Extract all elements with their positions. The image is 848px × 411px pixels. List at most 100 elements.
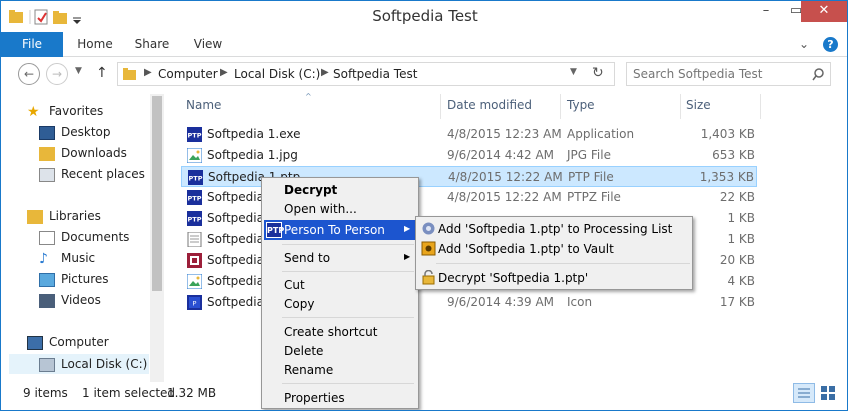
window-title: Softpedia Test (372, 7, 478, 25)
nav-pictures[interactable]: Pictures (39, 272, 109, 292)
nav-documents[interactable]: Documents (39, 230, 129, 250)
gear-icon (422, 222, 435, 235)
column-header-size[interactable]: Size (686, 98, 711, 112)
file-name: Softpedia (207, 190, 264, 204)
menu-decrypt[interactable]: Decrypt (264, 180, 416, 200)
menu-create-shortcut[interactable]: Create shortcut (264, 322, 416, 342)
file-size: 22 KB (719, 190, 755, 204)
column-header-type[interactable]: Type (567, 98, 595, 112)
file-name: Softpedia (207, 274, 264, 288)
address-bar[interactable]: ▶ Computer ▶ Local Disk (C:) ▶ Softpedia… (117, 62, 615, 86)
nav-scroll-thumb[interactable] (152, 96, 162, 291)
red-icon (187, 253, 202, 268)
image-icon (187, 274, 202, 289)
ptp-icon: PTP (266, 222, 284, 238)
file-size: 1,403 KB (700, 127, 755, 141)
libraries-icon (27, 209, 43, 224)
details-view-button[interactable] (793, 383, 815, 403)
help-icon[interactable]: ? (823, 37, 838, 52)
file-date: 4/8/2015 12:22 AM (447, 190, 562, 204)
menu-cut[interactable]: Cut (264, 275, 416, 295)
nav-computer[interactable]: Computer (27, 335, 109, 355)
search-box[interactable] (626, 62, 831, 86)
file-name: Softpedia (207, 232, 264, 246)
music-icon: ♪ (39, 250, 48, 267)
file-size: 1,353 KB (699, 170, 754, 184)
large-icons-view-icon (821, 386, 835, 400)
folder-icon (123, 68, 136, 80)
search-input[interactable] (633, 66, 803, 82)
menu-copy[interactable]: Copy (264, 294, 416, 314)
file-name: Softpedia (207, 211, 264, 225)
nav-downloads[interactable]: Downloads (39, 146, 127, 166)
recent-locations-icon[interactable]: ▼ (75, 66, 82, 76)
breadcrumb-local-disk[interactable]: Local Disk (C:) (234, 67, 320, 81)
image-icon (187, 148, 202, 163)
breadcrumb-computer[interactable]: Computer (158, 67, 218, 81)
column-header-name[interactable]: Name (186, 98, 221, 112)
menu-send-to[interactable]: Send to ▶ (264, 248, 416, 268)
address-dropdown-icon[interactable]: ▼ (570, 67, 577, 77)
file-date: 9/6/2014 4:39 AM (447, 295, 555, 309)
breadcrumb-softpedia-test[interactable]: Softpedia Test (333, 67, 417, 81)
file-date: 4/8/2015 12:23 AM (447, 127, 562, 141)
up-button[interactable]: ↑ (96, 65, 108, 81)
nav-favorites[interactable]: ★ Favorites (27, 104, 103, 124)
file-size: 1 KB (727, 232, 755, 246)
unlock-icon (422, 270, 435, 285)
svg-text:PTP: PTP (188, 195, 202, 203)
videos-icon (39, 293, 55, 308)
column-header-date[interactable]: Date modified (447, 98, 532, 112)
file-size: 653 KB (712, 148, 755, 162)
expand-ribbon-icon[interactable]: ⌄ (795, 32, 813, 57)
large-icons-view-button[interactable] (818, 383, 840, 403)
svg-text:PTP: PTP (188, 132, 202, 140)
tab-file[interactable]: File (1, 32, 63, 57)
menu-properties[interactable]: Properties (264, 388, 416, 408)
ptp-icon: PTP (187, 211, 202, 226)
file-name: Softpedia (207, 295, 264, 309)
tab-share[interactable]: Share (125, 32, 179, 57)
nav-music[interactable]: ♪ Music (39, 251, 95, 271)
submenu-decrypt-file[interactable]: Decrypt 'Softpedia 1.ptp' (418, 268, 690, 288)
submenu-add-processing[interactable]: Add 'Softpedia 1.ptp' to Processing List (418, 219, 690, 239)
pictures-icon (39, 272, 55, 287)
menu-person-to-person[interactable]: PTP Person To Person ▶ (264, 220, 416, 240)
tab-view[interactable]: View (181, 32, 235, 57)
tab-home[interactable]: Home (67, 32, 123, 57)
table-row[interactable]: PTP Softpedia 1.exe 4/8/2015 12:23 AM Appli… (181, 124, 757, 145)
status-size: 1.32 MB (167, 386, 217, 400)
svg-text:P: P (193, 300, 197, 308)
sort-arrow-icon: ^ (305, 92, 312, 101)
file-size: 20 KB (719, 253, 755, 267)
status-item-count: 9 items (23, 386, 68, 400)
svg-text:PTP: PTP (189, 175, 203, 183)
minimize-button[interactable]: – (751, 1, 781, 22)
nav-scrollbar[interactable] (150, 94, 164, 382)
status-bar: 9 items 1 item selected 1.32 MB (1, 382, 847, 410)
close-button[interactable]: ✕ (801, 1, 847, 22)
nav-desktop[interactable]: Desktop (39, 125, 111, 145)
nav-libraries[interactable]: Libraries (27, 209, 101, 229)
nav-recent-places[interactable]: Recent places (39, 167, 145, 187)
menu-delete[interactable]: Delete (264, 341, 416, 361)
file-date: 9/6/2014 4:42 AM (447, 148, 555, 162)
nav-local-disk[interactable]: Local Disk (C:) (9, 354, 149, 374)
ptp-icon: PTP (187, 190, 202, 205)
table-row[interactable]: Softpedia 1.jpg 9/6/2014 4:42 AM JPG File 6… (181, 145, 757, 166)
refresh-icon[interactable]: ↻ (592, 65, 604, 81)
search-icon[interactable] (812, 68, 825, 81)
menu-open-with[interactable]: Open with... (264, 199, 416, 219)
status-selected: 1 item selected (82, 386, 176, 400)
recent-places-icon (39, 167, 55, 182)
navigation-pane: ★ Favorites Desktop Downloads Recent plac… (1, 94, 164, 382)
back-button[interactable]: ← (18, 63, 40, 85)
file-date: 4/8/2015 12:22 AM (448, 170, 563, 184)
submenu-add-vault[interactable]: Add 'Softpedia 1.ptp' to Vault (418, 239, 690, 259)
file-type: Icon (567, 295, 593, 309)
file-name: Softpedia 1.exe (207, 127, 301, 141)
file-size: 17 KB (719, 295, 755, 309)
menu-rename[interactable]: Rename (264, 360, 416, 380)
forward-button[interactable]: → (46, 63, 68, 85)
nav-videos[interactable]: Videos (39, 293, 101, 313)
